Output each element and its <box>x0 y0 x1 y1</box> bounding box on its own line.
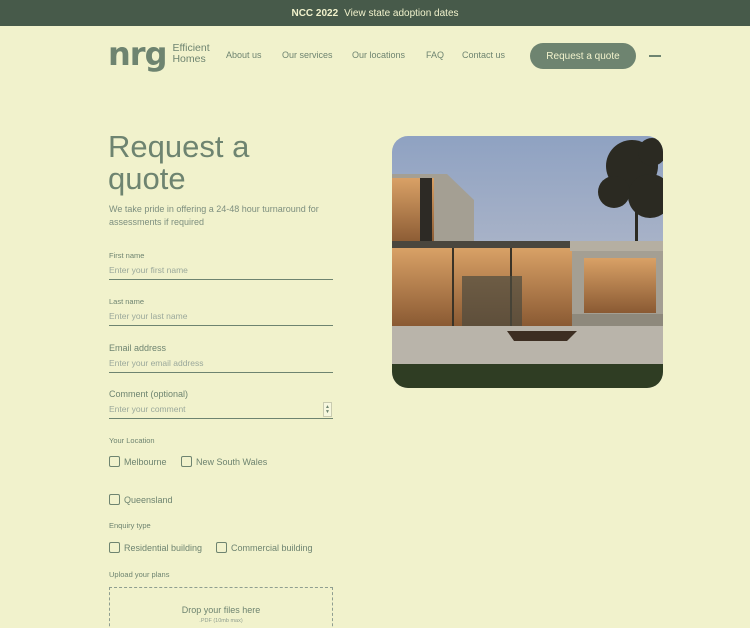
logo-text: Efficient Homes <box>172 43 209 65</box>
page-title-line-1: Request a <box>108 129 250 164</box>
checkbox[interactable] <box>109 494 120 505</box>
page-subtitle: We take pride in offering a 24-48 hour t… <box>109 204 319 227</box>
page-title: Request a quote <box>108 131 338 195</box>
checkbox-label: Residential building <box>124 542 203 553</box>
nav-faq[interactable]: FAQ <box>426 50 444 60</box>
logo-line-2: Homes <box>172 53 206 65</box>
upload-label: Upload your plans <box>109 570 170 579</box>
site-header: nrg Efficient Homes About us Our service… <box>0 26 750 86</box>
comment-textarea[interactable]: Enter your comment ▲ ▼ <box>109 402 333 419</box>
comment-placeholder: Enter your comment <box>109 404 186 414</box>
dropzone-hint: .PDF (10mb max) <box>199 618 243 624</box>
comment-field: Comment (optional) Enter your comment ▲ ▼ <box>109 389 333 419</box>
announcement-link[interactable]: View state adoption dates <box>344 8 458 19</box>
last-name-input[interactable]: Enter your last name <box>109 311 333 326</box>
location-option-nsw[interactable]: New South Wales <box>181 456 267 467</box>
file-dropzone[interactable]: Drop your files here .PDF (10mb max) <box>109 587 333 628</box>
checkbox[interactable] <box>216 542 227 553</box>
location-option-melbourne[interactable]: Melbourne <box>109 456 167 467</box>
logo-mark: nrg <box>108 35 167 73</box>
last-name-label: Last name <box>109 297 145 306</box>
announcement-bar: NCC 2022 View state adoption dates <box>0 0 750 26</box>
checkbox[interactable] <box>181 456 192 467</box>
checkbox-label: Commercial building <box>231 542 313 553</box>
last-name-field: Last name Enter your last name <box>109 297 333 326</box>
first-name-label: First name <box>109 251 145 260</box>
nav-about-us[interactable]: About us <box>226 50 262 60</box>
house-photo-illustration <box>392 136 663 388</box>
email-label: Email address <box>109 343 167 353</box>
house-photo <box>392 136 663 388</box>
checkbox[interactable] <box>109 456 120 467</box>
nav-our-locations[interactable]: Our locations <box>352 50 405 60</box>
location-option-queensland[interactable]: Queensland <box>109 494 173 505</box>
email-field: Email address Enter your email address <box>109 343 333 373</box>
nav-contact-us[interactable]: Contact us <box>462 50 505 60</box>
logo[interactable]: nrg Efficient Homes <box>108 35 210 73</box>
enquiry-option-residential[interactable]: Residential building <box>109 542 202 553</box>
enquiry-label: Enquiry type <box>109 521 151 530</box>
nav-our-services[interactable]: Our services <box>282 50 333 60</box>
request-quote-button[interactable]: Request a quote <box>530 43 636 69</box>
checkbox-label: Melbourne <box>124 456 167 467</box>
announcement-strong: NCC 2022 <box>291 7 339 19</box>
email-input[interactable]: Enter your email address <box>109 358 333 373</box>
enquiry-option-commercial[interactable]: Commercial building <box>216 542 313 553</box>
first-name-field: First name Enter your first name <box>109 251 333 280</box>
page-title-line-2: quote <box>108 161 186 196</box>
checkbox[interactable] <box>109 542 120 553</box>
dropzone-text: Drop your files here <box>181 605 261 615</box>
comment-label: Comment (optional) <box>109 389 189 399</box>
location-label: Your Location <box>109 436 155 445</box>
resize-spinner-icon[interactable]: ▲ ▼ <box>323 402 332 417</box>
checkbox-label: New South Wales <box>196 456 268 467</box>
checkbox-label: Queensland <box>124 494 173 505</box>
first-name-input[interactable]: Enter your first name <box>109 265 333 280</box>
hamburger-icon[interactable] <box>649 55 661 57</box>
